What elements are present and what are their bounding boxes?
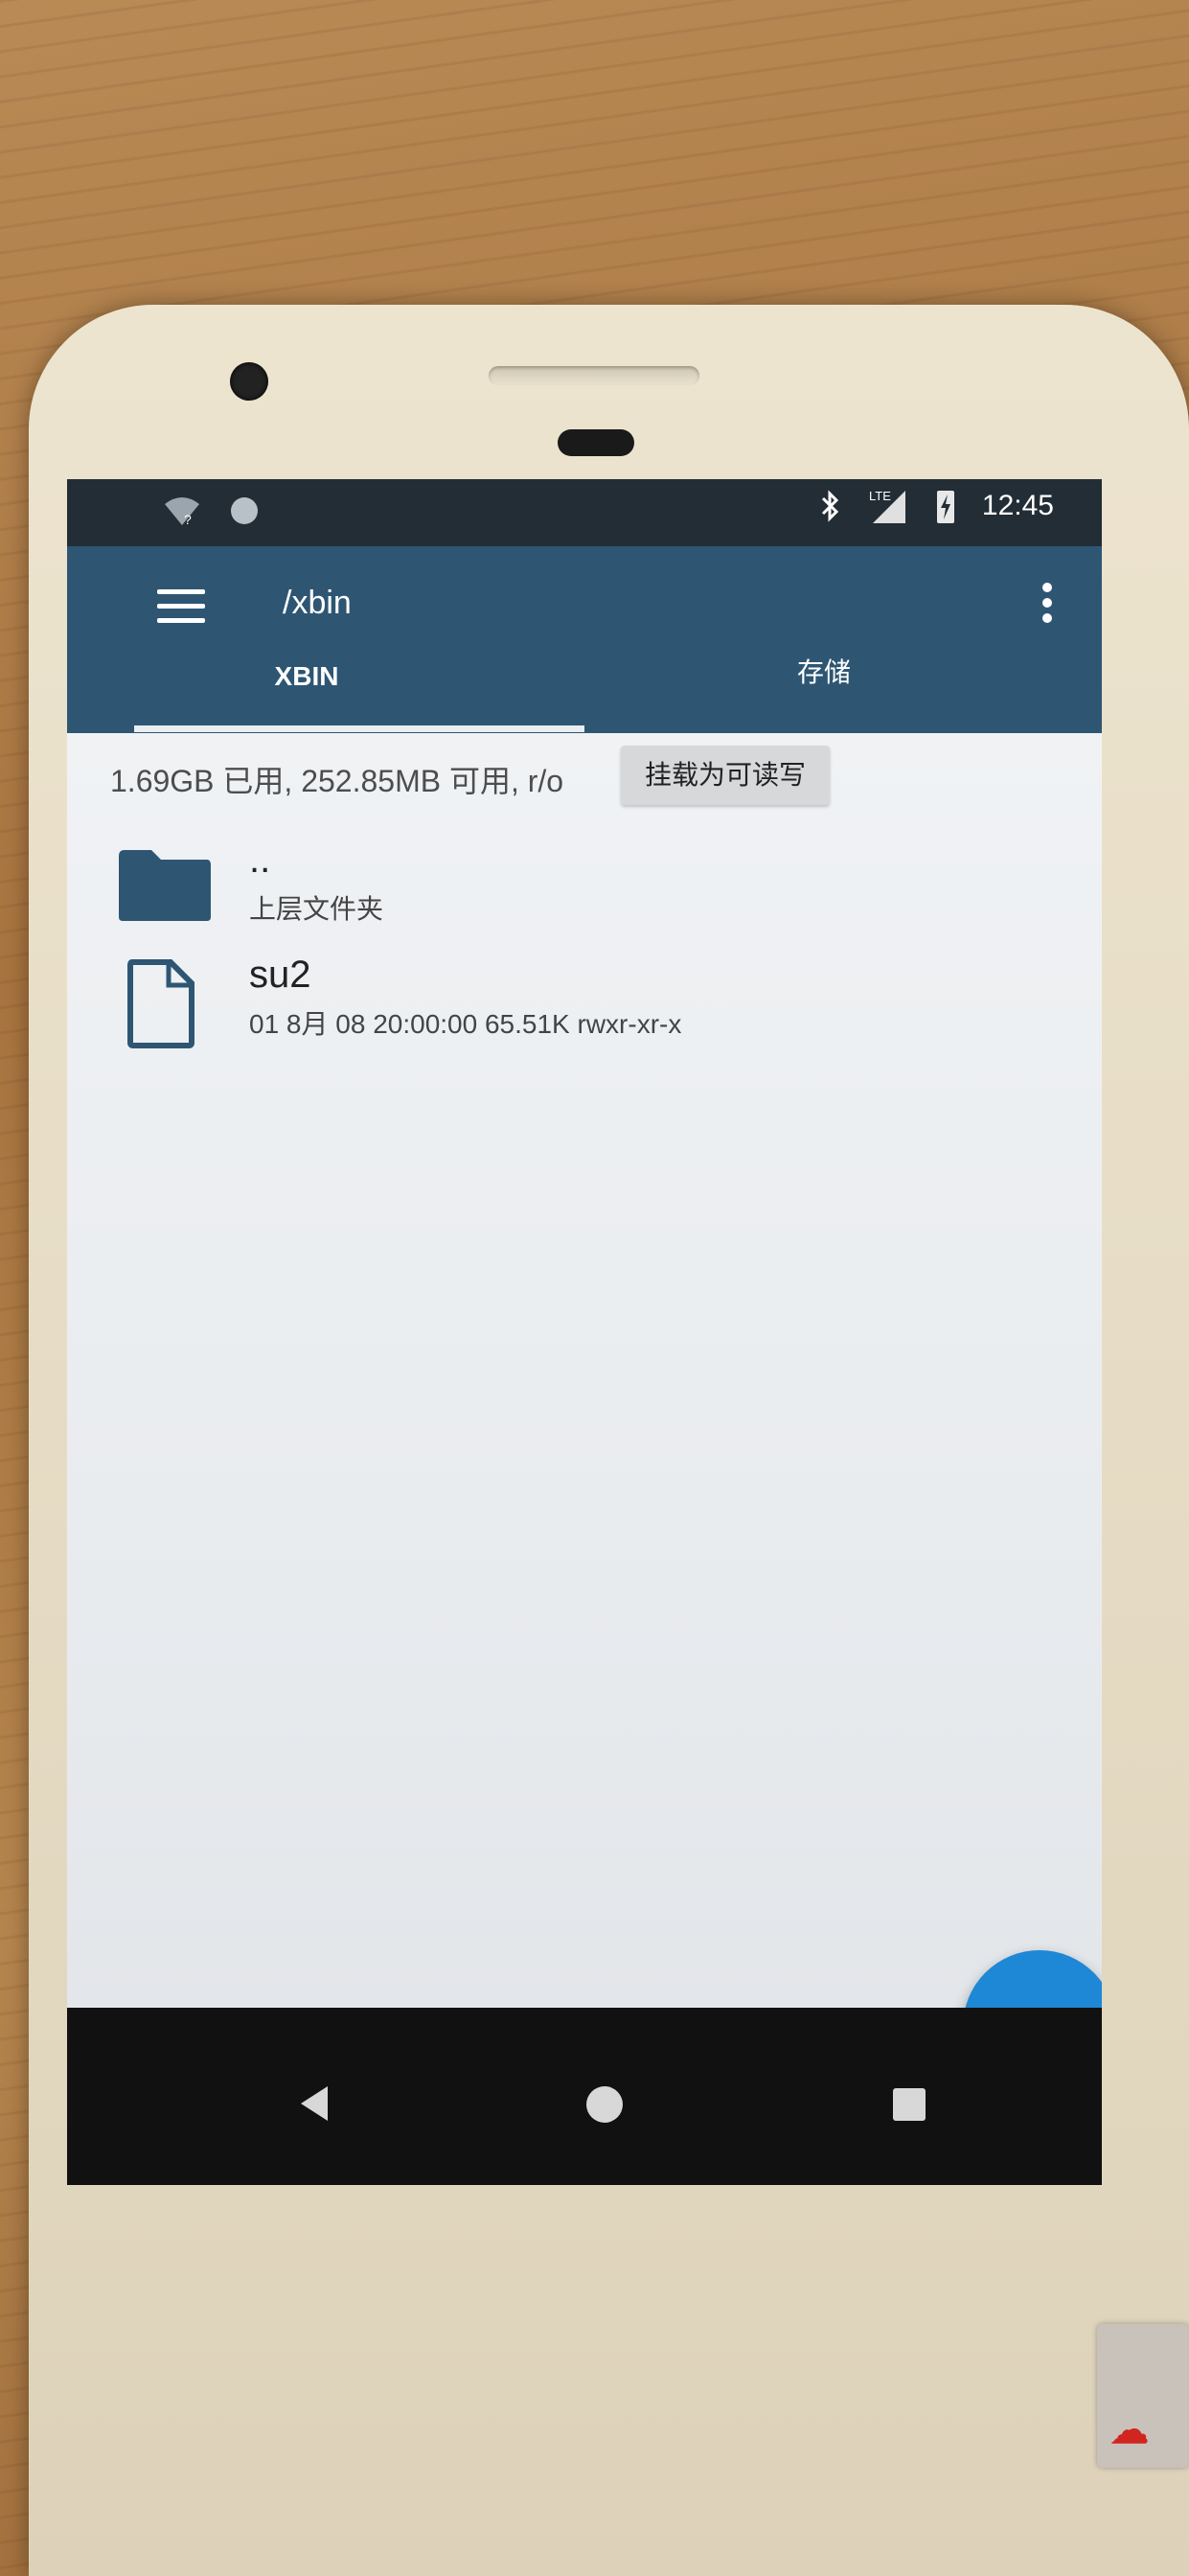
list-item[interactable]: su2 01 8月 08 20:00:00 65.51K rwxr-xr-x [67,944,1102,1069]
storage-info-text: 1.69GB 已用, 252.85MB 可用, r/o [110,764,564,798]
navigation-bar [67,2008,1102,2185]
sticker: ☁ [1097,2324,1189,2468]
notification-circle-icon [231,497,258,524]
home-icon[interactable] [586,2086,623,2123]
file-name: .. [249,839,271,881]
recents-icon[interactable] [893,2088,926,2121]
battery-charging-icon [936,491,954,523]
app-bar: /xbin XBIN 存储 [67,546,1102,733]
path-title: /xbin [283,585,352,621]
wifi-unknown-icon: ? [165,497,199,527]
svg-text:LTE: LTE [869,489,891,503]
folder-icon [119,850,211,921]
back-icon[interactable] [297,2084,332,2123]
active-tab-indicator [134,725,584,732]
bluetooth-icon [821,490,839,522]
clock: 12:45 [981,490,1054,521]
tab-xbin[interactable]: XBIN [67,661,546,692]
status-bar: ? LTE 12:45 [67,479,1102,546]
file-name: su2 [249,954,311,996]
tab-storage[interactable]: 存储 [584,652,1063,690]
mount-read-write-button[interactable]: 挂载为可读写 [621,746,830,805]
front-camera [230,362,268,401]
hamburger-menu-icon[interactable] [157,589,205,628]
proximity-sensor [558,429,634,456]
list-item[interactable]: .. 上层文件夹 [67,829,1102,954]
svg-text:?: ? [184,512,192,527]
storage-info-row: 1.69GB 已用, 252.85MB 可用, r/o 挂载为可读写 [67,746,1102,813]
more-vertical-icon[interactable] [1042,583,1054,631]
lte-signal-icon: LTE [869,489,905,523]
file-subtitle: 上层文件夹 [249,894,384,924]
phone-screen: ? LTE 12:45 /xbin XBIN 存储 1.69GB 已用, 252… [67,479,1102,2185]
file-icon [127,959,194,1048]
earpiece-speaker [489,366,699,385]
file-subtitle: 01 8月 08 20:00:00 65.51K rwxr-xr-x [249,1009,682,1039]
